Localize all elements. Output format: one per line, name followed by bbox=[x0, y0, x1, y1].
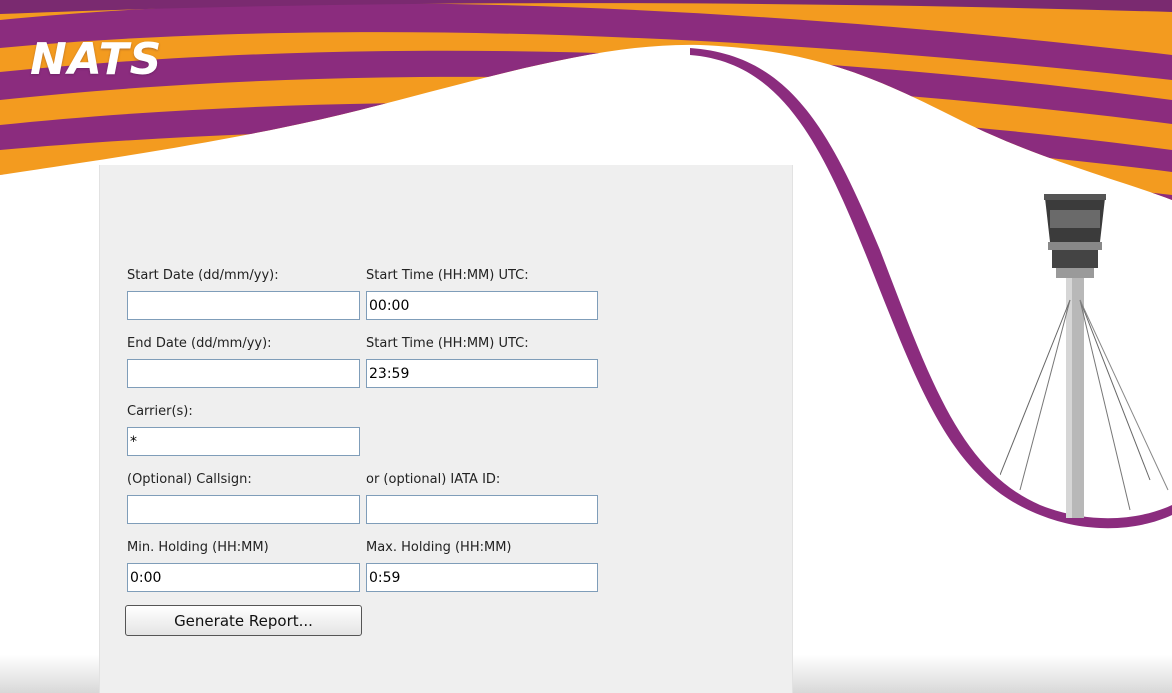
callsign-label: (Optional) Callsign: bbox=[127, 472, 252, 487]
report-form-panel: Start Date (dd/mm/yy): Start Time (HH:MM… bbox=[99, 165, 793, 693]
iata-id-input[interactable] bbox=[366, 495, 598, 524]
start-time-label: Start Time (HH:MM) UTC: bbox=[366, 268, 529, 283]
nats-logo: NATS bbox=[30, 34, 163, 85]
start-date-label: Start Date (dd/mm/yy): bbox=[127, 268, 279, 283]
min-holding-input[interactable] bbox=[127, 563, 360, 592]
max-holding-input[interactable] bbox=[366, 563, 598, 592]
end-date-label: End Date (dd/mm/yy): bbox=[127, 336, 272, 351]
generate-report-button[interactable]: Generate Report... bbox=[125, 605, 362, 636]
callsign-input[interactable] bbox=[127, 495, 360, 524]
end-time-label: Start Time (HH:MM) UTC: bbox=[366, 336, 529, 351]
start-date-input[interactable] bbox=[127, 291, 360, 320]
carriers-input[interactable] bbox=[127, 427, 360, 456]
carriers-label: Carrier(s): bbox=[127, 404, 193, 419]
max-holding-label: Max. Holding (HH:MM) bbox=[366, 540, 512, 555]
end-date-input[interactable] bbox=[127, 359, 360, 388]
iata-id-label: or (optional) IATA ID: bbox=[366, 472, 501, 487]
control-tower-icon bbox=[1000, 194, 1169, 518]
min-holding-label: Min. Holding (HH:MM) bbox=[127, 540, 269, 555]
start-time-input[interactable] bbox=[366, 291, 598, 320]
end-time-input[interactable] bbox=[366, 359, 598, 388]
